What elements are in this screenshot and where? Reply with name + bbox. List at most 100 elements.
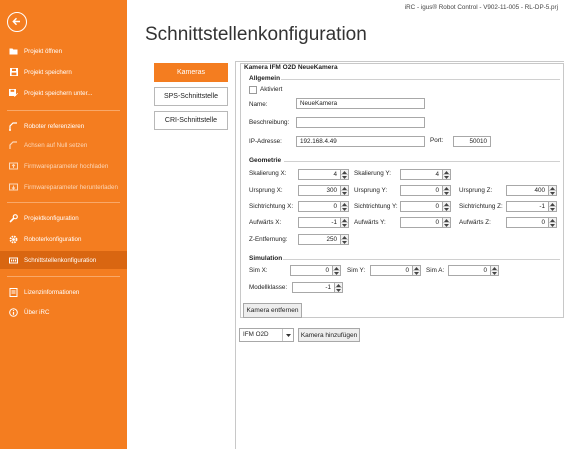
sidebar-item-about[interactable]: Über iRC [0, 303, 127, 321]
sim-a-label: Sim A: [426, 267, 445, 274]
chevron-down-icon[interactable] [341, 222, 348, 227]
chevron-down-icon[interactable] [333, 270, 340, 275]
sidebar-item-label: Achsen auf Null setzen [24, 141, 88, 149]
sim-x-spinner[interactable]: 0 [290, 265, 341, 276]
info-icon [9, 307, 18, 317]
origin-x-label: Ursprung X: [249, 187, 283, 194]
sim-a-spinner[interactable]: 0 [448, 265, 499, 276]
up-x-spinner[interactable]: -1 [298, 217, 349, 228]
sidebar-item-interface-config[interactable]: Schnittstellenkonfiguration [0, 251, 127, 269]
view-dir-x-label: Sichtrichtung X: [249, 203, 294, 210]
sidebar-item-download-firmware-params: Firmwareparameter herunterladen [0, 178, 127, 196]
sidebar-item-save-project-as[interactable]: Projekt speichern unter... [0, 84, 127, 102]
chevron-down-icon[interactable] [341, 190, 348, 195]
spinner-value[interactable]: 400 [506, 185, 548, 196]
spinner-value[interactable]: -1 [292, 282, 334, 293]
up-z-label: Aufwärts Z: [459, 219, 491, 226]
spinner-value[interactable]: 0 [506, 217, 548, 228]
chevron-down-icon[interactable] [341, 239, 348, 244]
spinner-value[interactable]: -1 [506, 201, 548, 212]
tab-cameras[interactable]: Kameras [154, 63, 228, 82]
sidebar-item-license-info[interactable]: Lizenzinformationen [0, 283, 127, 301]
model-class-spinner[interactable]: -1 [292, 282, 343, 293]
spinner-value[interactable]: 300 [298, 185, 340, 196]
camera-type-select[interactable]: IFM O2D [239, 328, 294, 342]
view-dir-y-spinner[interactable]: 0 [400, 201, 451, 212]
z-distance-spinner[interactable]: 250 [298, 234, 349, 245]
port-input[interactable]: 50010 [453, 136, 491, 147]
scale-x-spinner[interactable]: 4 [298, 169, 349, 180]
group-divider [284, 161, 560, 162]
sidebar-item-label: Lizenzinformationen [24, 288, 80, 296]
sidebar-item-upload-firmware-params: Firmwareparameter hochladen [0, 157, 127, 175]
chevron-down-icon[interactable] [491, 270, 498, 275]
window-title: iRC - igus® Robot Control - V902-11-005 … [404, 4, 558, 11]
spinner-value[interactable]: 250 [298, 234, 340, 245]
sidebar-divider [7, 202, 120, 203]
gear-icon [9, 235, 18, 244]
name-input[interactable]: NeueKamera [296, 98, 425, 109]
spinner-value[interactable]: 0 [448, 265, 490, 276]
sim-y-spinner[interactable]: 0 [370, 265, 421, 276]
spinner-value[interactable]: 0 [298, 201, 340, 212]
remove-camera-button[interactable]: Kamera entfernen [243, 303, 302, 318]
back-button[interactable] [7, 12, 27, 32]
origin-x-spinner[interactable]: 300 [298, 185, 349, 196]
save-as-icon [9, 89, 18, 98]
z-distance-label: Z-Entfernung: [249, 236, 288, 243]
spinner-value[interactable]: 4 [400, 169, 442, 180]
spinner-value[interactable]: 0 [400, 201, 442, 212]
spinner-value[interactable]: 0 [370, 265, 412, 276]
sidebar-item-label: Roboterkonfiguration [24, 235, 82, 243]
folder-icon [9, 47, 18, 56]
chevron-down-icon [282, 329, 293, 341]
origin-z-spinner[interactable]: 400 [506, 185, 557, 196]
tab-plc-interface[interactable]: SPS-Schnittstelle [154, 87, 228, 106]
chevron-down-icon[interactable] [549, 206, 556, 211]
spinner-value[interactable]: 0 [290, 265, 332, 276]
spinner-value[interactable]: 4 [298, 169, 340, 180]
up-y-label: Aufwärts Y: [354, 219, 386, 226]
chevron-down-icon[interactable] [549, 222, 556, 227]
download-icon [9, 183, 18, 192]
chevron-down-icon[interactable] [549, 190, 556, 195]
sidebar-item-label: Roboter referenzieren [24, 122, 85, 130]
sidebar-item-reference-robot[interactable]: Roboter referenzieren [0, 117, 127, 135]
sidebar-item-robot-config[interactable]: Roboterkonfiguration [0, 230, 127, 248]
spinner-value[interactable]: 0 [400, 185, 442, 196]
up-y-spinner[interactable]: 0 [400, 217, 451, 228]
origin-y-spinner[interactable]: 0 [400, 185, 451, 196]
ip-address-input[interactable]: 192.168.4.49 [296, 136, 425, 147]
chevron-down-icon[interactable] [443, 190, 450, 195]
sidebar-item-open-project[interactable]: Projekt öffnen [0, 42, 127, 60]
chevron-down-icon[interactable] [443, 174, 450, 179]
name-label: Name: [249, 101, 268, 108]
scale-y-spinner[interactable]: 4 [400, 169, 451, 180]
save-icon [9, 68, 18, 77]
wrench-icon [9, 213, 18, 223]
chevron-down-icon[interactable] [413, 270, 420, 275]
group-title-simulation: Simulation [249, 255, 283, 262]
chevron-down-icon[interactable] [443, 222, 450, 227]
description-input[interactable] [296, 117, 425, 128]
scale-x-label: Skalierung X: [249, 170, 287, 177]
view-dir-x-spinner[interactable]: 0 [298, 201, 349, 212]
activated-checkbox[interactable] [249, 86, 257, 94]
spinner-value[interactable]: 0 [400, 217, 442, 228]
up-z-spinner[interactable]: 0 [506, 217, 557, 228]
sidebar-item-project-config[interactable]: Projektkonfiguration [0, 209, 127, 227]
sim-x-label: Sim X: [249, 267, 268, 274]
chevron-down-icon[interactable] [335, 287, 342, 292]
chevron-down-icon[interactable] [341, 206, 348, 211]
tab-cri-interface[interactable]: CRI-Schnittstelle [154, 111, 228, 130]
camera-type-value: IFM O2D [243, 331, 269, 338]
view-dir-z-spinner[interactable]: -1 [506, 201, 557, 212]
chevron-down-icon[interactable] [341, 174, 348, 179]
add-camera-button[interactable]: Kamera hinzufügen [298, 328, 360, 342]
spinner-value[interactable]: -1 [298, 217, 340, 228]
chevron-down-icon[interactable] [443, 206, 450, 211]
description-label: Beschreibung: [249, 119, 290, 126]
sidebar-item-save-project[interactable]: Projekt speichern [0, 63, 127, 81]
group-divider [281, 79, 560, 80]
license-icon [9, 287, 18, 297]
